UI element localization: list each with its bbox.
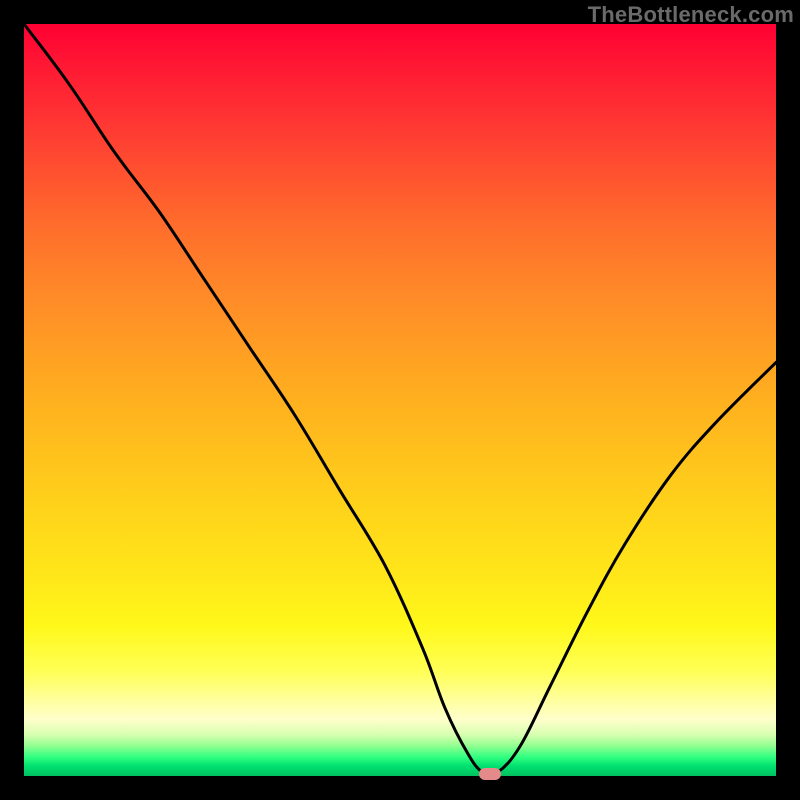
plot-area: [24, 24, 776, 776]
optimum-marker: [479, 768, 501, 780]
bottleneck-curve: [24, 24, 776, 776]
